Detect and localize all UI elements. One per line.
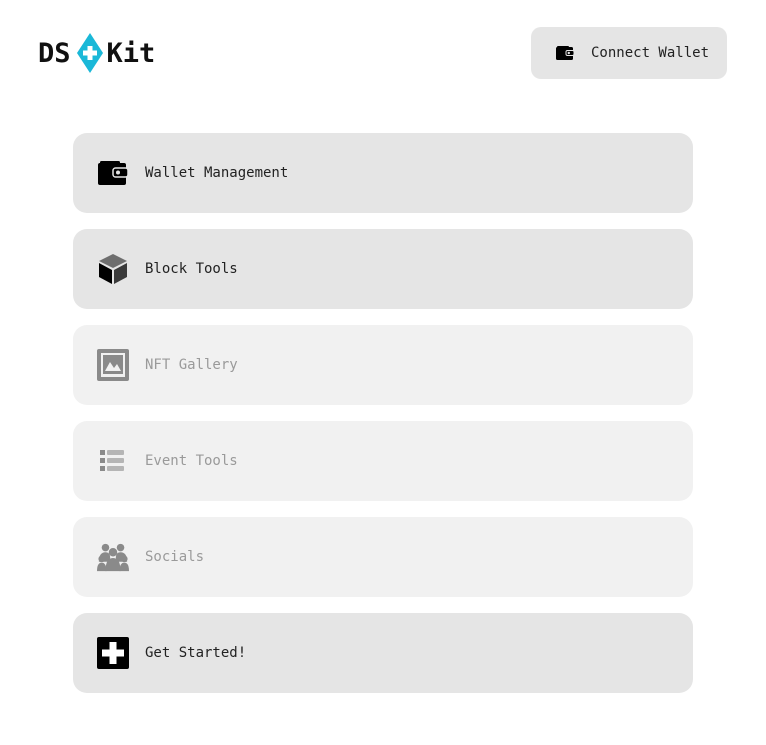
menu-item-get-started[interactable]: Get Started! [73,613,693,693]
logo-text-ds: DS [38,37,71,69]
cube-icon [97,253,129,285]
menu-item-label: Get Started! [145,645,247,661]
connect-wallet-label: Connect Wallet [591,45,710,61]
image-icon [97,349,129,381]
users-icon [97,541,129,573]
menu-item-nft-gallery: NFT Gallery [73,325,693,405]
connect-wallet-button[interactable]: Connect Wallet [531,27,727,79]
wallet-icon [97,157,129,189]
list-icon [97,445,129,477]
wallet-icon [556,46,574,60]
menu-item-event-tools: Event Tools [73,421,693,501]
menu-item-label: Block Tools [145,261,238,277]
menu-item-label: Socials [145,549,205,565]
menu-item-label: Wallet Management [145,165,289,181]
menu-item-wallet-management[interactable]: Wallet Management [73,133,693,213]
logo-diamond-plus-icon [76,33,103,73]
logo[interactable]: DS Kit [38,32,155,74]
feature-menu: Wallet Management Block Tools NFT Galler… [73,133,693,709]
header: DS Kit Connect Wallet [0,0,766,110]
menu-item-socials: Socials [73,517,693,597]
logo-text-kit: Kit [106,37,156,69]
menu-item-label: Event Tools [145,453,238,469]
plus-square-icon [97,637,129,669]
menu-item-block-tools[interactable]: Block Tools [73,229,693,309]
menu-item-label: NFT Gallery [145,357,238,373]
